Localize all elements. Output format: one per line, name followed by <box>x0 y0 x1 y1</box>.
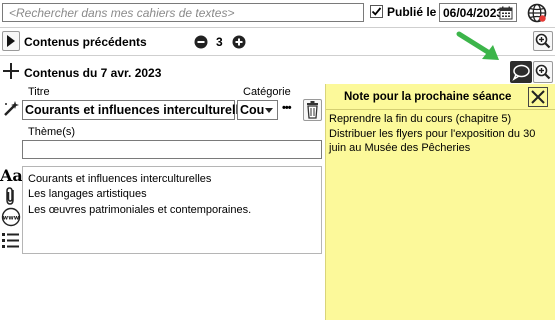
globe-icon[interactable] <box>527 3 547 23</box>
trash-icon <box>307 101 318 119</box>
title-label: Titre <box>28 86 50 98</box>
plus-circle-icon[interactable] <box>232 35 246 49</box>
content-line: Courants et influences interculturelles <box>28 173 212 185</box>
note-divider <box>326 109 555 110</box>
publish-checkbox[interactable] <box>370 5 383 18</box>
checkmark-icon <box>371 7 382 16</box>
zoom-in-icon <box>535 64 551 80</box>
zoom-in-icon <box>535 33 551 49</box>
title-input-value: Courants et influences interculturelles <box>25 103 253 117</box>
note-line: Distribuer les flyers pour l'exposition … <box>329 128 536 140</box>
calendar-icon[interactable] <box>499 6 513 20</box>
green-arrow-icon <box>456 31 499 60</box>
svg-text:www: www <box>3 215 20 222</box>
theme-input[interactable] <box>22 140 322 159</box>
web-link-icon[interactable]: www <box>1 207 21 227</box>
content-editor[interactable]: Courants et influences interculturelles … <box>22 166 322 254</box>
text-format-icon[interactable]: Aa <box>0 166 23 185</box>
note-panel: Note pour la prochaine séance Reprendre … <box>325 84 555 320</box>
category-label: Catégorie <box>243 86 291 98</box>
note-line: Reprendre la fin du cours (chapitre 5) <box>329 113 512 125</box>
previous-count: 3 <box>216 35 223 49</box>
play-triangle-icon <box>7 35 15 47</box>
add-content-icon[interactable] <box>2 62 20 80</box>
zoom-previous-button[interactable] <box>533 31 553 51</box>
delete-button[interactable] <box>303 99 322 121</box>
previous-contents-label: Contenus précédents <box>24 35 147 49</box>
close-icon <box>531 90 545 104</box>
publish-date-value: 06/04/2023 <box>443 6 504 20</box>
note-title: Note pour la prochaine séance <box>344 91 512 103</box>
expand-previous-button[interactable] <box>2 31 20 51</box>
theme-label: Thème(s) <box>28 126 76 138</box>
publish-date-field[interactable]: 06/04/2023 <box>439 3 517 22</box>
paperclip-icon[interactable] <box>2 186 20 206</box>
category-select[interactable]: Cou <box>237 100 278 120</box>
close-note-button[interactable] <box>528 87 548 107</box>
note-line: juin au Musée des Pêcheries <box>329 142 471 154</box>
more-options-button[interactable]: ••• <box>281 100 301 120</box>
magic-wand-icon[interactable] <box>2 100 20 118</box>
chevron-down-icon <box>265 108 273 113</box>
list-icon[interactable] <box>1 230 21 250</box>
current-contents-label: Contenus du 7 avr. 2023 <box>24 66 162 80</box>
zoom-current-button[interactable] <box>533 61 553 83</box>
category-select-value: Cou <box>240 103 265 117</box>
search-input[interactable]: <Rechercher dans mes cahiers de textes> <box>2 3 364 22</box>
content-line: Les œuvres patrimoniales et contemporain… <box>28 204 252 216</box>
note-button[interactable] <box>510 61 532 83</box>
search-placeholder: <Rechercher dans mes cahiers de textes> <box>9 6 235 20</box>
minus-circle-icon[interactable] <box>194 35 208 49</box>
title-input[interactable]: Courants et influences interculturelles <box>22 100 253 120</box>
publish-label: Publié le <box>387 5 437 19</box>
speech-bubble-icon <box>512 64 530 81</box>
content-line: Les langages artistiques <box>28 188 147 200</box>
more-options-label: ••• <box>282 102 292 114</box>
